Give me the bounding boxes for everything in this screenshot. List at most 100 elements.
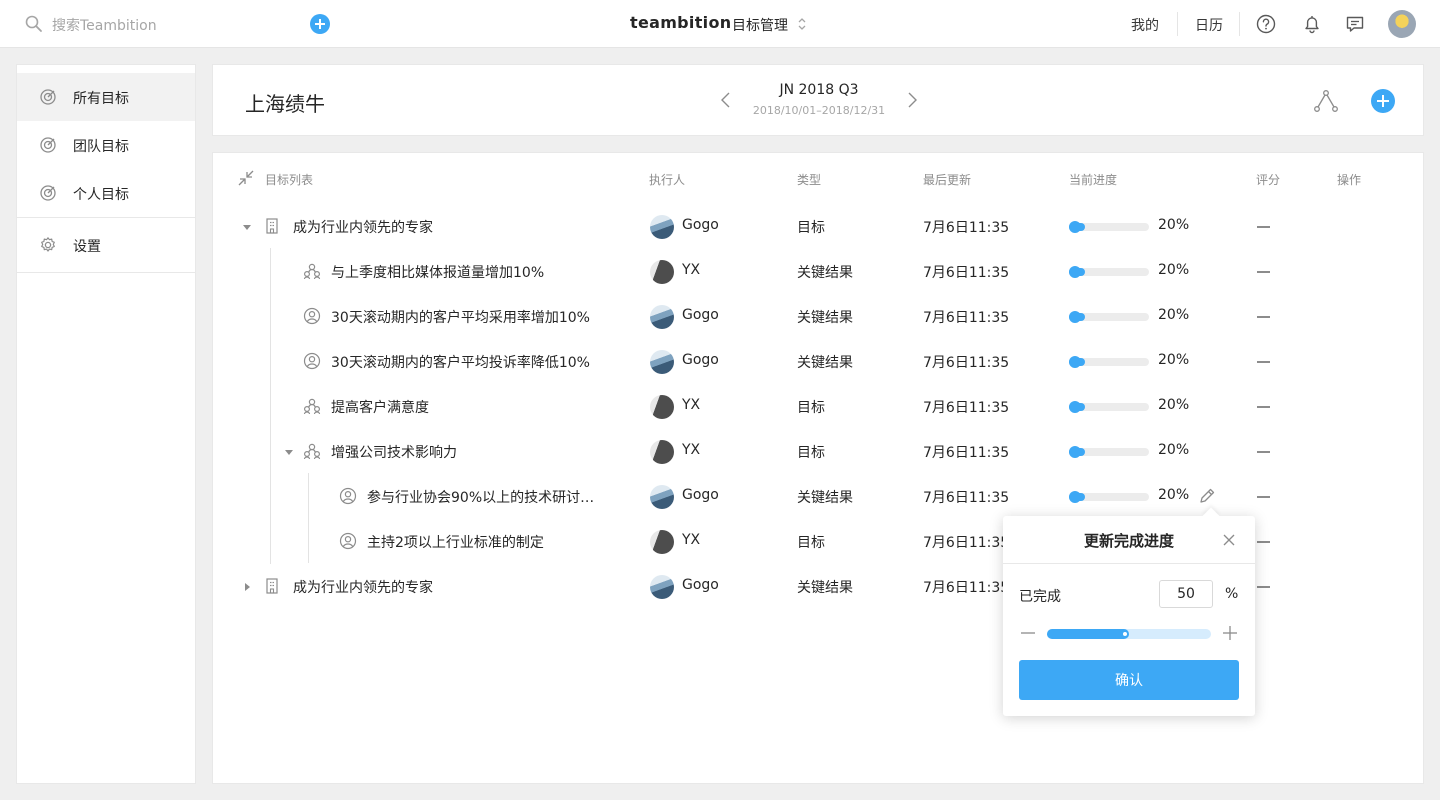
done-label: 已完成 bbox=[1019, 589, 1061, 605]
module-switcher[interactable]: 目标管理 bbox=[732, 15, 788, 35]
progress-handle bbox=[1069, 356, 1081, 368]
search-icon[interactable] bbox=[24, 14, 44, 34]
score-empty bbox=[1257, 496, 1270, 498]
row-updated: 7月6日11:35 bbox=[923, 220, 1010, 236]
sidebar-item-settings[interactable]: 设置 bbox=[17, 221, 195, 269]
caret-right-icon[interactable] bbox=[241, 581, 253, 593]
sidebar-item-all-goals[interactable]: 所有目标 bbox=[17, 73, 195, 121]
quick-add-button[interactable] bbox=[310, 14, 330, 34]
progress-value-input[interactable] bbox=[1159, 580, 1213, 608]
bell-icon[interactable] bbox=[1301, 13, 1323, 35]
owner-avatar bbox=[650, 260, 674, 284]
row-title[interactable]: 成为行业内领先的专家 bbox=[293, 217, 433, 237]
progress-bar[interactable] bbox=[1069, 313, 1149, 321]
row-title[interactable]: 30天滚动期内的客户平均采用率增加10% bbox=[331, 307, 590, 327]
search-input[interactable]: 搜索Teambition bbox=[52, 15, 157, 35]
row-title[interactable]: 成为行业内领先的专家 bbox=[293, 577, 433, 597]
progress-bar[interactable] bbox=[1069, 403, 1149, 411]
table-row[interactable]: 提高客户满意度 YX 目标 7月6日11:35 20% bbox=[213, 385, 1423, 430]
progress-bar[interactable] bbox=[1069, 448, 1149, 456]
owner-avatar bbox=[650, 215, 674, 239]
score-empty bbox=[1257, 361, 1270, 363]
row-title[interactable]: 30天滚动期内的客户平均投诉率降低10% bbox=[331, 352, 590, 372]
chevron-right-icon[interactable] bbox=[905, 91, 919, 109]
progress-percent: 20% bbox=[1158, 442, 1190, 458]
row-updated: 7月6日11:35 bbox=[923, 580, 1010, 596]
progress-bar[interactable] bbox=[1069, 358, 1149, 366]
row-type: 关键结果 bbox=[797, 490, 853, 506]
row-title[interactable]: 增强公司技术影响力 bbox=[331, 442, 457, 462]
sidebar-item-personal-goals[interactable]: 个人目标 bbox=[17, 169, 195, 217]
nav-mine[interactable]: 我的 bbox=[1131, 15, 1159, 35]
progress-slider[interactable] bbox=[1047, 629, 1211, 639]
progress-handle bbox=[1069, 491, 1081, 503]
owner-avatar bbox=[650, 440, 674, 464]
sidebar-item-label: 团队目标 bbox=[73, 139, 129, 155]
building-icon bbox=[266, 218, 278, 234]
sidebar-divider bbox=[17, 217, 195, 218]
chevron-left-icon[interactable] bbox=[719, 91, 733, 109]
column-header-owner: 执行人 bbox=[649, 173, 686, 187]
target-icon bbox=[40, 137, 56, 153]
nav-divider bbox=[1239, 12, 1240, 36]
pencil-icon[interactable] bbox=[1197, 486, 1217, 506]
table-row[interactable]: 参与行业协会90%以上的技术研讨… Gogo 关键结果 7月6日11:35 20% bbox=[213, 475, 1423, 520]
table-row[interactable]: 30天滚动期内的客户平均采用率增加10% Gogo 关键结果 7月6日11:35 20% bbox=[213, 295, 1423, 340]
column-header-actions: 操作 bbox=[1337, 173, 1362, 187]
row-owner: Gogo bbox=[682, 217, 719, 233]
progress-bar[interactable] bbox=[1069, 223, 1149, 231]
sidebar-item-label: 个人目标 bbox=[73, 187, 129, 203]
row-type: 目标 bbox=[797, 400, 825, 416]
confirm-button[interactable]: 确认 bbox=[1019, 660, 1239, 700]
progress-handle bbox=[1069, 311, 1081, 323]
message-icon[interactable] bbox=[1344, 13, 1366, 35]
row-title[interactable]: 主持2项以上行业标准的制定 bbox=[367, 532, 544, 552]
nav-calendar[interactable]: 日历 bbox=[1195, 15, 1223, 35]
caret-down-icon[interactable] bbox=[283, 446, 295, 458]
table-row[interactable]: 成为行业内领先的专家 Gogo 目标 7月6日11:35 20% bbox=[213, 205, 1423, 250]
close-icon[interactable] bbox=[1221, 532, 1237, 548]
row-title[interactable]: 参与行业协会90%以上的技术研讨… bbox=[367, 487, 594, 507]
period-name[interactable]: JN 2018 Q3 bbox=[749, 82, 889, 98]
row-updated: 7月6日11:35 bbox=[923, 400, 1010, 416]
help-icon[interactable] bbox=[1255, 13, 1277, 35]
progress-bar[interactable] bbox=[1069, 493, 1149, 501]
tree-view-icon[interactable] bbox=[1313, 89, 1339, 113]
column-header-score: 评分 bbox=[1256, 173, 1281, 187]
row-owner: YX bbox=[682, 532, 701, 548]
score-empty bbox=[1257, 316, 1270, 318]
progress-handle bbox=[1069, 221, 1081, 233]
user-avatar[interactable] bbox=[1388, 10, 1416, 38]
progress-bar[interactable] bbox=[1069, 268, 1149, 276]
chevron-updown-icon[interactable] bbox=[796, 16, 808, 32]
row-type: 关键结果 bbox=[797, 355, 853, 371]
column-header-progress: 当前进度 bbox=[1069, 173, 1118, 187]
collapse-all-icon[interactable] bbox=[237, 169, 255, 187]
table-row[interactable]: 30天滚动期内的客户平均投诉率降低10% Gogo 关键结果 7月6日11:35 20% bbox=[213, 340, 1423, 385]
row-type: 关键结果 bbox=[797, 265, 853, 281]
row-type: 目标 bbox=[797, 220, 825, 236]
row-updated: 7月6日11:35 bbox=[923, 490, 1010, 506]
plus-icon[interactable] bbox=[1221, 624, 1239, 642]
progress-percent: 20% bbox=[1158, 217, 1190, 233]
add-goal-button[interactable] bbox=[1371, 89, 1395, 113]
minus-icon[interactable] bbox=[1019, 624, 1037, 642]
row-title[interactable]: 提高客户满意度 bbox=[331, 397, 429, 417]
caret-down-icon[interactable] bbox=[241, 221, 253, 233]
row-type: 目标 bbox=[797, 535, 825, 551]
sidebar-item-team-goals[interactable]: 团队目标 bbox=[17, 121, 195, 169]
row-owner: Gogo bbox=[682, 487, 719, 503]
progress-slider-fill bbox=[1047, 629, 1129, 639]
update-progress-popover: 更新完成进度 已完成 % 确认 bbox=[1003, 516, 1255, 716]
brand-logo[interactable]: teambition bbox=[630, 13, 731, 32]
row-title[interactable]: 与上季度相比媒体报道量增加10% bbox=[331, 262, 544, 282]
progress-slider-handle[interactable] bbox=[1123, 632, 1127, 636]
score-empty bbox=[1257, 406, 1270, 408]
score-empty bbox=[1257, 451, 1270, 453]
table-row[interactable]: 增强公司技术影响力 YX 目标 7月6日11:35 20% bbox=[213, 430, 1423, 475]
progress-percent: 20% bbox=[1158, 352, 1190, 368]
owner-avatar bbox=[650, 305, 674, 329]
progress-percent: 20% bbox=[1158, 487, 1190, 503]
column-header-title: 目标列表 bbox=[265, 173, 314, 187]
table-row[interactable]: 与上季度相比媒体报道量增加10% YX 关键结果 7月6日11:35 20% bbox=[213, 250, 1423, 295]
